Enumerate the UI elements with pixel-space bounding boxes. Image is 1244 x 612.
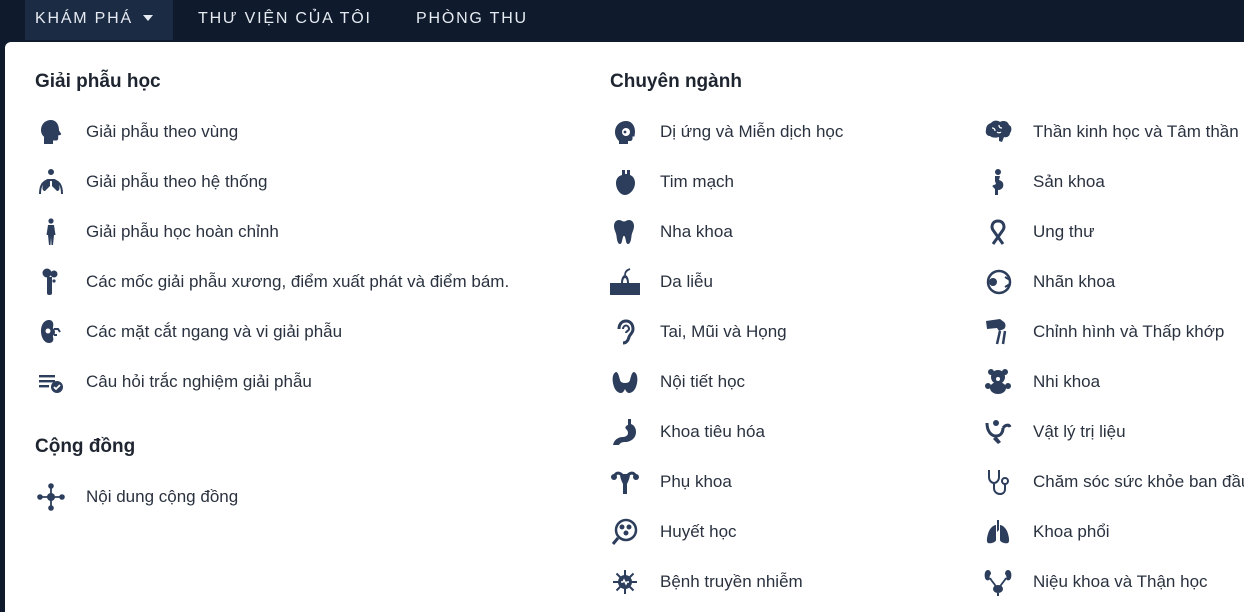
nav-explore-menu[interactable]: KHÁM PHÁ [25,0,173,40]
menu-item-label: Huyết học [660,522,737,541]
menu-item-label: Thần kinh học và Tâm thần học [1033,122,1244,141]
tooth-icon [610,217,640,247]
lungs-icon [983,517,1013,547]
menu-item-label: Chăm sóc sức khỏe ban đầu [1033,472,1244,491]
thyroid-icon [610,367,640,397]
nav-studio[interactable]: PHÒNG THU [406,0,538,40]
menu-item-label: Vật lý trị liệu [1033,422,1126,441]
explore-dropdown-panel: Giải phẫu học Giải phẫu theo vùng Giải p… [5,42,1244,612]
menu-item-label: Giải phẫu theo vùng [86,122,239,141]
specialties-section-title: Chuyên ngành [610,71,742,92]
nav-explore-label: KHÁM PHÁ [35,10,133,27]
brain-icon [983,117,1013,147]
menu-item-label: Tim mạch [660,172,734,191]
blood-cells-icon [610,517,640,547]
uterus-icon [610,467,640,497]
teddy-bear-icon [983,367,1013,397]
menu-item-label: Giải phẫu học hoàn chỉnh [86,222,279,241]
menu-item-label: Nhãn khoa [1033,272,1116,291]
heart-icon [610,167,640,197]
bone-icon [36,267,66,297]
stomach-icon [610,417,640,447]
menu-item-label: Nha khoa [660,222,733,241]
menu-item-label: Bệnh truyền nhiễm [660,572,803,591]
menu-item-label: Các mặt cắt ngang và vi giải phẫu [86,322,343,341]
nav-studio-label: PHÒNG THU [416,10,528,27]
eye-icon [983,267,1013,297]
nav-my-library[interactable]: THƯ VIỆN CỦA TÔI [188,0,382,40]
menu-item-label: Nội dung cộng đồng [86,487,239,506]
menu-item-label: Giải phẫu theo hệ thống [86,172,268,191]
network-icon [36,482,66,512]
ear-icon [610,317,640,347]
skin-icon [610,267,640,297]
pregnancy-icon [983,167,1013,197]
menu-item-label: Câu hỏi trắc nghiệm giải phẫu [86,372,312,391]
nav-library-label: THƯ VIỆN CỦA TÔI [198,10,372,27]
caret-down-icon [142,15,153,21]
anatomy-section-title: Giải phẫu học [35,71,161,92]
menu-item-label: Da liễu [660,272,713,291]
stethoscope-icon [983,467,1013,497]
virus-icon [610,567,640,597]
physiotherapy-icon [983,417,1013,447]
ribbon-icon [983,217,1013,247]
quiz-list-icon [36,367,66,397]
kidney-icon [36,317,66,347]
top-navigation-bar: KHÁM PHÁ THƯ VIỆN CỦA TÔI PHÒNG THU [0,0,1244,42]
urinary-icon [983,567,1013,597]
menu-item-label: Tai, Mũi và Họng [660,322,787,341]
menu-item-label: Phụ khoa [660,472,732,491]
menu-item-label: Chỉnh hình và Thấp khớp [1033,322,1225,341]
head-icon [36,117,66,147]
menu-item-label: Nội tiết học [660,372,746,391]
menu-item-label: Niệu khoa và Thận học [1033,572,1208,591]
menu-item-label: Khoa phổi [1033,522,1110,541]
knee-joint-icon [983,317,1013,347]
menu-item-label: Dị ứng và Miễn dịch học [660,122,844,141]
community-section-title: Cộng đồng [35,436,136,457]
lungs-body-icon [36,167,66,197]
menu-item-label: Ung thư [1033,222,1095,241]
allergy-icon [610,117,640,147]
menu-item-label: Các mốc giải phẫu xương, điểm xuất phát … [86,272,510,291]
menu-item-label: Nhi khoa [1033,372,1101,391]
menu-item-label: Sản khoa [1033,172,1105,191]
menu-item-label: Khoa tiêu hóa [660,422,765,441]
human-figure-icon [36,217,66,247]
